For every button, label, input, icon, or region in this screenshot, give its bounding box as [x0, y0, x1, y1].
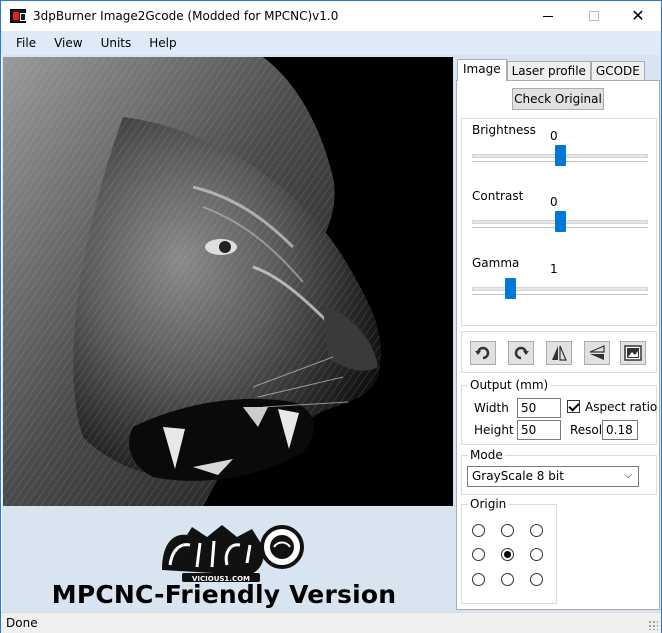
vicious1-logo: VICIOUS1.COM	[152, 515, 312, 585]
contrast-label: Contrast	[472, 189, 524, 203]
rotate-left-button[interactable]	[470, 341, 496, 365]
menu-help[interactable]: Help	[140, 31, 185, 55]
close-button[interactable]: ✕	[615, 1, 661, 31]
mode-selected-value: GrayScale 8 bit	[472, 469, 564, 483]
invert-image-button[interactable]	[620, 341, 646, 365]
version-banner: MPCNC-Friendly Version	[51, 580, 397, 609]
origin-radio[interactable]	[501, 524, 514, 537]
contrast-thumb[interactable]	[555, 211, 566, 232]
mode-group: Mode GrayScale 8 bit ⌵	[461, 448, 657, 495]
minimize-icon	[543, 15, 553, 17]
status-text: Done	[6, 616, 38, 630]
brightness-label: Brightness	[472, 123, 536, 137]
lion-image	[3, 57, 453, 506]
origin-radio[interactable]	[472, 524, 485, 537]
tab-image[interactable]: Image	[457, 59, 507, 81]
close-icon: ✕	[631, 6, 645, 25]
output-group: Output (mm) Width Aspect ratio Height Re…	[461, 378, 658, 445]
title-bar: 3dpBurner Image2Gcode (Modded for MPCNC)…	[1, 1, 661, 31]
menu-view[interactable]: View	[45, 31, 91, 55]
origin-radio[interactable]	[472, 573, 485, 586]
origin-radio[interactable]	[530, 524, 543, 537]
brightness-slider[interactable]	[472, 145, 648, 166]
check-original-button[interactable]: Check Original	[512, 88, 604, 110]
app-icon	[10, 9, 26, 23]
tab-gcode[interactable]: GCODE	[590, 61, 645, 81]
mode-legend: Mode	[468, 448, 505, 462]
flip-horizontal-button[interactable]	[546, 341, 572, 365]
origin-legend: Origin	[468, 497, 509, 511]
preview-pane: VICIOUS1.COM MPCNC-Friendly Version	[2, 55, 454, 612]
maximize-icon	[589, 11, 599, 21]
origin-group: Origin	[461, 497, 557, 604]
gamma-label: Gamma	[472, 256, 520, 270]
origin-radio[interactable]	[472, 548, 485, 561]
image-preview[interactable]	[3, 57, 453, 506]
image-tools-group	[461, 331, 657, 373]
menu-units[interactable]: Units	[92, 31, 141, 55]
rotate-left-icon	[475, 346, 490, 360]
origin-radio[interactable]	[501, 548, 514, 561]
height-input[interactable]	[517, 420, 561, 440]
brightness-thumb[interactable]	[555, 145, 566, 166]
resol-label: Resol	[570, 423, 603, 437]
width-label: Width	[474, 401, 509, 415]
flip-vertical-icon	[589, 345, 605, 360]
contrast-slider[interactable]	[472, 211, 648, 232]
aspect-ratio-checkbox[interactable]	[567, 400, 580, 413]
tab-laser-profile[interactable]: Laser profile	[506, 61, 591, 81]
menu-bar: File View Units Help	[1, 31, 661, 55]
maximize-button[interactable]	[571, 1, 617, 31]
width-input[interactable]	[517, 398, 561, 418]
menu-file[interactable]: File	[7, 31, 45, 55]
status-bar: Done	[1, 612, 661, 633]
gamma-slider[interactable]	[472, 278, 648, 299]
mode-select[interactable]: GrayScale 8 bit ⌵	[467, 466, 639, 487]
rotate-right-button[interactable]	[508, 341, 534, 365]
brightness-value: 0	[550, 129, 558, 143]
resize-grip-icon[interactable]	[648, 620, 658, 630]
origin-radio[interactable]	[530, 548, 543, 561]
minimize-button[interactable]	[525, 1, 571, 31]
rotate-right-icon	[514, 346, 529, 360]
chevron-down-icon: ⌵	[624, 470, 632, 481]
height-label: Height	[474, 423, 514, 437]
invert-image-icon	[624, 345, 642, 361]
origin-radio[interactable]	[530, 573, 543, 586]
output-legend: Output (mm)	[468, 378, 551, 392]
aspect-ratio-label: Aspect ratio	[585, 400, 658, 414]
contrast-value: 0	[550, 195, 558, 209]
origin-radio[interactable]	[501, 573, 514, 586]
tab-strip: Image Laser profile GCODE	[457, 59, 645, 81]
flip-vertical-button[interactable]	[584, 341, 610, 365]
app-window: 3dpBurner Image2Gcode (Modded for MPCNC)…	[0, 0, 662, 633]
resol-input[interactable]	[602, 420, 638, 440]
flip-horizontal-icon	[552, 345, 567, 361]
image-tab-panel: Check Original Brightness 0 Contrast 0 G…	[456, 80, 660, 610]
gamma-value: 1	[550, 262, 558, 276]
adjustments-group: Brightness 0 Contrast 0 Gamma 1	[461, 118, 657, 326]
window-title: 3dpBurner Image2Gcode (Modded for MPCNC)…	[33, 9, 339, 23]
settings-pane: Image Laser profile GCODE Check Original…	[454, 55, 661, 612]
gamma-thumb[interactable]	[505, 278, 516, 299]
